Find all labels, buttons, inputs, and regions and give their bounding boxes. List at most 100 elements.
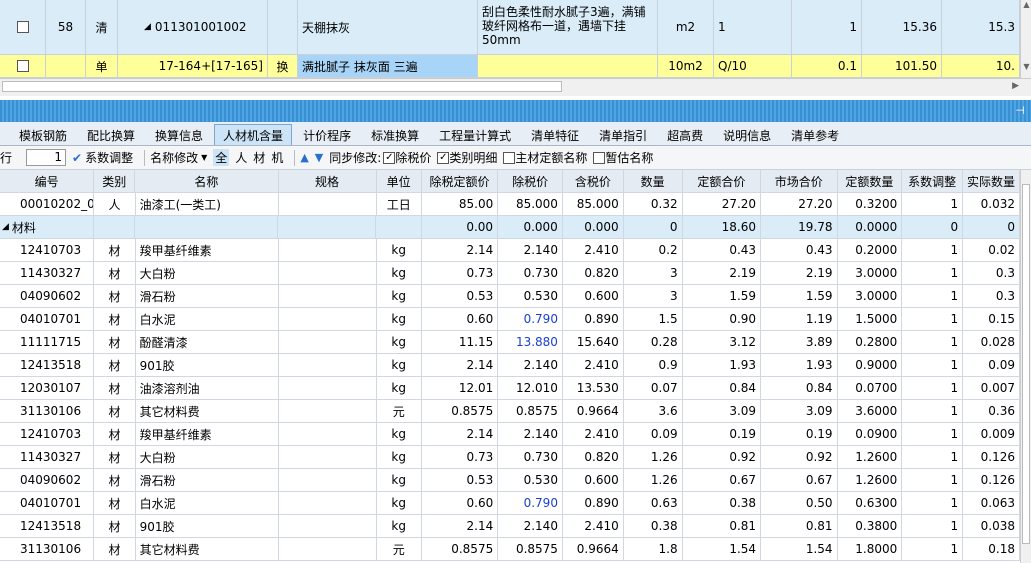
cell-cat[interactable]: 材 xyxy=(94,469,136,492)
cell-real[interactable]: 0.063 xyxy=(963,492,1020,515)
cell-p3[interactable]: 2.410 xyxy=(562,239,624,262)
row-qty-expr[interactable]: Q/10 xyxy=(714,55,792,78)
cell-unit[interactable]: 工日 xyxy=(376,193,422,216)
cell-t2[interactable]: 2.19 xyxy=(761,262,838,285)
cell-cat[interactable]: 材 xyxy=(94,239,136,262)
cell-t2[interactable]: 0.50 xyxy=(761,492,838,515)
collapse-triangle-icon[interactable]: ◢ xyxy=(2,222,9,232)
row-checkbox-cell[interactable] xyxy=(0,0,46,55)
cell-p1[interactable]: 0.53 xyxy=(421,285,499,308)
cell-p3[interactable]: 0.890 xyxy=(562,308,624,331)
cell-unit[interactable]: kg xyxy=(376,239,422,262)
cell-coef[interactable]: 1 xyxy=(902,400,964,423)
table-row[interactable]: 12030107 材油漆溶剂油 kg 12.01 12.010 13.530 0.07 0.8… xyxy=(0,377,1020,400)
cell-t2[interactable]: 1.59 xyxy=(761,285,838,308)
row-checkbox[interactable] xyxy=(16,60,29,72)
cell-cat[interactable]: 材 xyxy=(94,377,136,400)
cell-t1[interactable]: 3.12 xyxy=(682,331,762,354)
cell-p2[interactable]: 2.140 xyxy=(498,239,563,262)
cell-name[interactable]: 油漆工(一类工) xyxy=(135,193,279,216)
cell-dq[interactable]: 3.6000 xyxy=(837,400,903,423)
cell-code[interactable]: 04010701 xyxy=(0,492,95,515)
tab-2[interactable]: 换算信息 xyxy=(146,124,212,145)
cell-p1[interactable]: 85.00 xyxy=(421,193,499,216)
table-row[interactable]: 31130106 材其它材料费元 0.8575 0.8575 0.9664 1.8 1.54… xyxy=(0,538,1020,561)
cell-qty[interactable]: 0.2 xyxy=(623,239,683,262)
cell-coef[interactable]: 1 xyxy=(902,331,964,354)
cell-name[interactable]: 901胶 xyxy=(135,354,279,377)
cell-cat[interactable]: 材 xyxy=(94,423,136,446)
cell-dq[interactable]: 0.6300 xyxy=(837,492,903,515)
cell-spec[interactable] xyxy=(278,331,377,354)
cell-p1[interactable]: 0.8575 xyxy=(421,400,499,423)
cell-p3[interactable]: 2.410 xyxy=(562,354,624,377)
cell-real[interactable]: 0.007 xyxy=(963,377,1020,400)
cell-p2[interactable]: 0.790 xyxy=(498,308,563,331)
cell-code[interactable]: 12410703 xyxy=(0,239,95,262)
cell-qty[interactable]: 3 xyxy=(623,262,683,285)
cell-unit[interactable]: 元 xyxy=(376,538,422,561)
cell-qty[interactable]: 1.26 xyxy=(623,446,683,469)
cell-p1[interactable]: 0.73 xyxy=(421,262,499,285)
cell-cat[interactable]: 材 xyxy=(94,308,136,331)
opt-main-material-name[interactable]: 主材定额名称 xyxy=(503,149,587,166)
cell-dq[interactable]: 0.2800 xyxy=(837,331,903,354)
cell-t1[interactable]: 0.90 xyxy=(682,308,762,331)
cell-name[interactable]: 白水泥 xyxy=(135,308,279,331)
cell-name[interactable]: 羧甲基纤维素 xyxy=(135,239,279,262)
cell-unit[interactable]: kg xyxy=(376,308,422,331)
cell-p1[interactable]: 2.14 xyxy=(421,515,499,538)
cell-p2[interactable]: 0.730 xyxy=(498,446,563,469)
cell-code[interactable]: 11111715 xyxy=(0,331,95,354)
cell-p2[interactable]: 85.000 xyxy=(498,193,563,216)
quota-row[interactable]: 单 17-164+[17-165] 换 满批腻子 抹灰面 三遍 10m2 Q/1… xyxy=(0,55,1020,78)
cell-code[interactable]: 04010701 xyxy=(0,308,95,331)
cell-dq[interactable]: 0.9000 xyxy=(837,354,903,377)
cell-qty[interactable]: 0.28 xyxy=(623,331,683,354)
cell-t2[interactable]: 0.43 xyxy=(761,239,838,262)
cell-code[interactable]: 31130106 xyxy=(0,538,95,561)
tab-11[interactable]: 清单参考 xyxy=(782,124,848,145)
cell-p2[interactable]: 0.000 xyxy=(498,216,563,239)
cell-name[interactable]: 大白粉 xyxy=(135,446,279,469)
tab-8[interactable]: 清单指引 xyxy=(590,124,656,145)
cell-spec[interactable] xyxy=(278,239,377,262)
cell-qty[interactable]: 0.9 xyxy=(623,354,683,377)
table-row[interactable]: 12413518 材 901胶 kg 2.14 2.140 2.410 0.9 1.93 1.93… xyxy=(0,354,1020,377)
cell-p2[interactable]: 2.140 xyxy=(498,515,563,538)
cell-dq[interactable]: 0.2000 xyxy=(837,239,903,262)
cell-t1[interactable]: 1.59 xyxy=(682,285,762,308)
cell-p1[interactable]: 2.14 xyxy=(421,423,499,446)
cell-code[interactable]: 04090602 xyxy=(0,469,95,492)
cell-cat[interactable]: 材 xyxy=(94,492,136,515)
table-row[interactable]: 04010701 材白水泥 kg 0.60 0.790 0.890 1.5 0.90 1.19 1… xyxy=(0,308,1020,331)
cell-real[interactable]: 0.15 xyxy=(963,308,1020,331)
cell-cat[interactable]: 人 xyxy=(94,193,136,216)
cell-name[interactable]: 酚醛清漆 xyxy=(135,331,279,354)
cell-spec[interactable] xyxy=(278,308,377,331)
cell-p3[interactable]: 85.000 xyxy=(562,193,624,216)
cell-cat[interactable]: 材 xyxy=(94,331,136,354)
cell-t2[interactable]: 0.19 xyxy=(761,423,838,446)
cell-dq[interactable]: 3.0000 xyxy=(837,262,903,285)
cell-p3[interactable]: 2.410 xyxy=(562,515,624,538)
cell-unit[interactable]: kg xyxy=(376,492,422,515)
cell-real[interactable]: 0 xyxy=(963,216,1021,239)
column-header[interactable]: 定额合价 xyxy=(682,170,762,193)
cell-dq[interactable]: 0.3800 xyxy=(837,515,903,538)
cell-coef[interactable]: 1 xyxy=(902,285,964,308)
tab-0[interactable]: 模板钢筋 xyxy=(10,124,76,145)
column-header[interactable]: 规格 xyxy=(278,170,377,193)
cell-cat[interactable]: 材 xyxy=(94,538,136,561)
cell-code[interactable]: ◢ 材料 xyxy=(0,216,95,239)
cell-p3[interactable]: 0.000 xyxy=(562,216,624,239)
cell-qty[interactable]: 0.38 xyxy=(623,515,683,538)
cell-p1[interactable]: 0.53 xyxy=(421,469,499,492)
cell-spec[interactable] xyxy=(278,469,377,492)
cell-p3[interactable]: 0.820 xyxy=(562,446,624,469)
cell-cat[interactable]: 材 xyxy=(94,354,136,377)
cell-name[interactable]: 羧甲基纤维素 xyxy=(135,423,279,446)
cell-cat[interactable]: 材 xyxy=(94,262,136,285)
cell-p2[interactable]: 0.790 xyxy=(498,492,563,515)
filter-labor-button[interactable]: 人 xyxy=(235,149,247,166)
